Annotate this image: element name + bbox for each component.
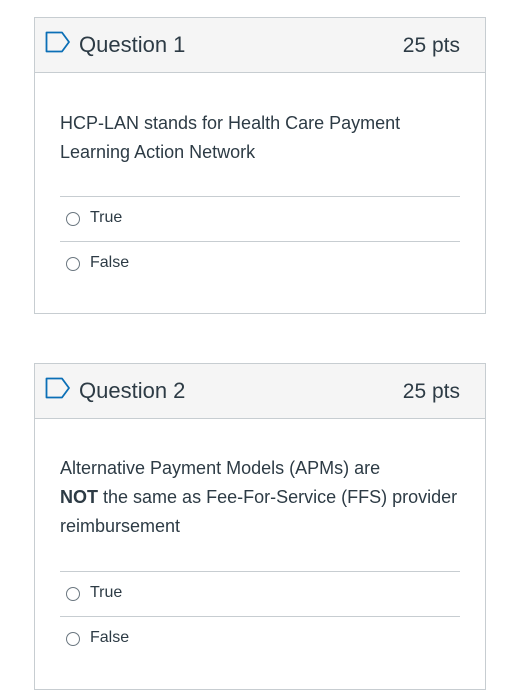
- question-card-1: Question 1 25 pts HCP-LAN stands for Hea…: [34, 17, 486, 314]
- flag-icon[interactable]: [45, 31, 71, 53]
- answer-label: False: [90, 254, 130, 271]
- question-header: Question 2 25 pts: [35, 364, 485, 419]
- answer-label: False: [90, 629, 130, 646]
- radio-icon[interactable]: [66, 632, 80, 646]
- question-points: 25 pts: [402, 380, 460, 403]
- question-text-emphasis: NOT: [60, 487, 98, 507]
- radio-icon[interactable]: [66, 257, 80, 271]
- answer-option-true[interactable]: True: [60, 571, 460, 616]
- answer-option-false[interactable]: False: [60, 616, 460, 661]
- question-text: HCP-LAN stands for Health Care Payment L…: [60, 113, 401, 162]
- answer-option-false[interactable]: False: [60, 241, 460, 286]
- question-header: Question 1 25 pts: [35, 18, 485, 73]
- answer-list: True False: [60, 196, 460, 286]
- answer-label: True: [90, 584, 123, 601]
- radio-icon[interactable]: [66, 212, 80, 226]
- question-text-part2: the same as Fee-For-Service (FFS) provid…: [60, 487, 458, 536]
- question-title: Question 1: [79, 32, 186, 57]
- radio-icon[interactable]: [66, 587, 80, 601]
- answer-option-true[interactable]: True: [60, 196, 460, 241]
- question-text: Alternative Payment Models (APMs) are NO…: [60, 454, 460, 541]
- flag-icon[interactable]: [45, 377, 71, 399]
- question-card-2: Question 2 25 pts Alternative Payment Mo…: [34, 363, 486, 690]
- question-text-part1: Alternative Payment Models (APMs) are: [60, 458, 381, 478]
- answer-list: True False: [60, 571, 460, 661]
- answer-label: True: [90, 209, 123, 226]
- question-title: Question 2: [79, 378, 186, 403]
- question-points: 25 pts: [402, 34, 460, 57]
